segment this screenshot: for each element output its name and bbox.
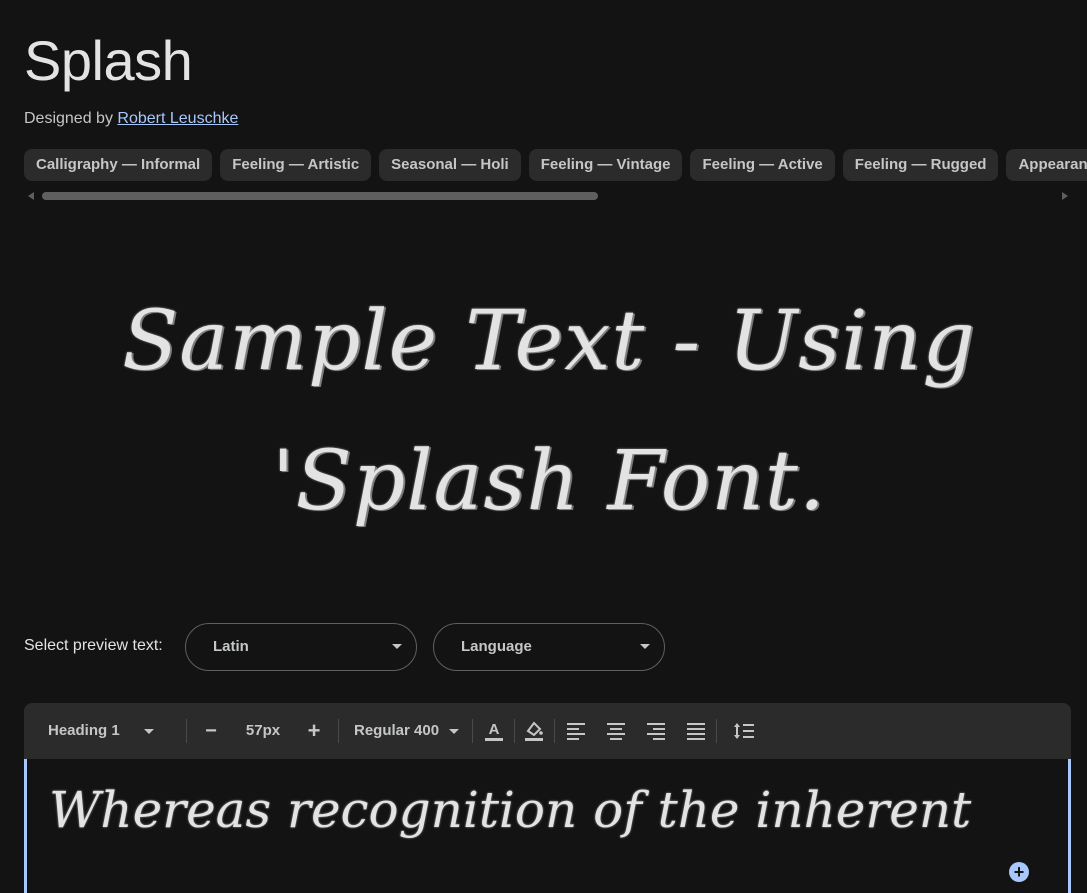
designer-line: Designed by Robert Leuschke (24, 110, 238, 128)
language-select[interactable]: Language (433, 623, 665, 671)
language-select-value: Language (461, 638, 532, 655)
script-select-value: Latin (213, 638, 249, 655)
align-right-icon[interactable] (644, 703, 668, 759)
line-height-icon[interactable] (732, 703, 756, 759)
designed-by-label: Designed by (24, 110, 113, 127)
align-left-icon[interactable] (564, 703, 588, 759)
chevron-down-icon (143, 728, 154, 734)
decrease-size-button[interactable]: − (202, 703, 220, 759)
editor-preview-text[interactable]: Whereas recognition of the inherent (49, 781, 971, 839)
scroll-right-arrow-icon[interactable] (1062, 192, 1068, 200)
scroll-left-arrow-icon[interactable] (28, 192, 34, 200)
preview-text-label: Select preview text: (24, 637, 163, 654)
toolbar-divider (472, 719, 473, 743)
chevron-down-icon (392, 644, 402, 649)
hero-sample-text: Sample Text - Using 'Splash Font. (122, 294, 976, 529)
font-size-value[interactable]: 57px (238, 703, 288, 759)
toolbar-divider (554, 719, 555, 743)
increase-size-button[interactable]: + (304, 703, 324, 759)
tag-chip[interactable]: Appearance — (1006, 149, 1087, 181)
align-center-icon[interactable] (604, 703, 628, 759)
tag-chip[interactable]: Feeling — Artistic (220, 149, 372, 181)
align-justify-icon[interactable] (684, 703, 708, 759)
scroll-thumb[interactable] (42, 192, 598, 200)
style-select-value: Heading 1 (48, 722, 120, 739)
preview-editor[interactable]: Whereas recognition of the inherent (24, 759, 1071, 893)
toolbar-divider (514, 719, 515, 743)
tag-list: Calligraphy — Informal Feeling — Artisti… (24, 149, 1087, 182)
add-icon[interactable]: + (1009, 862, 1029, 882)
tag-chip[interactable]: Feeling — Rugged (842, 149, 999, 181)
svg-text:A: A (489, 721, 500, 738)
script-select[interactable]: Latin (185, 623, 417, 671)
tag-chip[interactable]: Calligraphy — Informal (24, 149, 213, 181)
tag-chip[interactable]: Feeling — Active (690, 149, 835, 181)
toolbar-divider (716, 719, 717, 743)
text-color-icon[interactable]: A (482, 703, 506, 759)
tag-chip[interactable]: Feeling — Vintage (528, 149, 683, 181)
font-title: Splash (24, 29, 193, 92)
designer-link[interactable]: Robert Leuschke (117, 110, 238, 127)
style-select[interactable]: Heading 1 (48, 703, 188, 759)
toolbar-divider (186, 719, 187, 743)
highlight-color-icon[interactable] (522, 703, 546, 759)
editor-toolbar: Heading 1 − 57px + Regular 400 A (24, 703, 1071, 759)
weight-select[interactable]: Regular 400 (354, 703, 464, 759)
toolbar-divider (338, 719, 339, 743)
chevron-down-icon (640, 644, 650, 649)
tag-scrollbar[interactable] (24, 190, 1072, 202)
tag-chip[interactable]: Seasonal — Holi (379, 149, 521, 181)
weight-select-value: Regular 400 (354, 722, 440, 739)
chevron-down-icon (449, 728, 460, 734)
